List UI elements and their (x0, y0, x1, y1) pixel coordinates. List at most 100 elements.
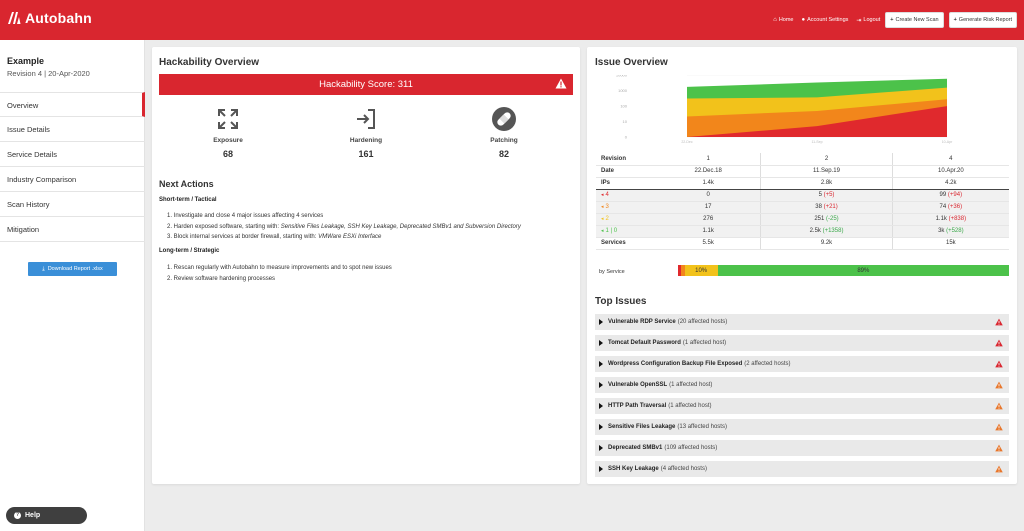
caret-right-icon (599, 466, 603, 472)
row-revision: Revision 1 2 4 (596, 153, 1009, 166)
hardening-label: Hardening (349, 137, 383, 144)
help-label: Help (25, 512, 41, 519)
long-term-item-1: 1. Rescan regularly with Autobahn to mea… (167, 265, 392, 271)
top-issue-item[interactable]: Wordpress Configuration Backup File Expo… (595, 356, 1009, 372)
warning-icon (995, 465, 1003, 473)
exposure-label: Exposure (213, 137, 243, 144)
project-title: Example (7, 56, 45, 66)
sidebar-item-industry-comparison[interactable]: Industry Comparison (0, 167, 145, 192)
short-term-item-1: 1. Investigate and close 4 major issues … (167, 213, 324, 219)
download-report-button[interactable]: ⤓ Download Report .xlsx (28, 262, 117, 276)
y-tick-label: 100 (620, 104, 627, 109)
top-issues-list: Vulnerable RDP Service (20 affected hosts… (595, 314, 1009, 482)
warning-icon (995, 402, 1003, 410)
top-bar: Autobahn ⌂ Home ● Account Settings ⇥ Log… (0, 0, 1024, 40)
row-date: Date 22.Dec.18 11.Sep.19 10.Apr.20 (596, 165, 1009, 178)
short-term-item-3: 3. Block internal services at border fir… (167, 234, 382, 240)
metric-hardening: Hardening 161 (296, 105, 436, 159)
warning-icon (995, 423, 1003, 431)
plus-icon: + (953, 17, 957, 23)
row-ips: IPs 1.4k 2.8k 4.2k (596, 177, 1009, 190)
warning-icon (995, 318, 1003, 326)
issue-name: Tomcat Default Password (608, 340, 681, 346)
y-tick-label: 10000 (616, 75, 628, 78)
by-service-bar: 10% 89% (678, 265, 1009, 276)
help-icon: ? (14, 512, 21, 519)
issue-affected: (1 affected host) (669, 382, 713, 388)
sidebar-item-service-details[interactable]: Service Details (0, 142, 145, 167)
generate-risk-report-button[interactable]: + Generate Risk Report (948, 12, 1017, 28)
y-tick-label: 1000 (618, 88, 628, 93)
issue-affected: (2 affected hosts) (744, 361, 791, 367)
severity-arrow-icon: ◂ (601, 204, 604, 210)
row-services: Services 5.5k 9.2k 15k (596, 237, 1009, 250)
issue-name: HTTP Path Traversal (608, 403, 667, 409)
autobahn-logo-icon (8, 12, 21, 24)
long-term-item-2: 2. Review software hardening processes (167, 275, 276, 282)
create-new-scan-button[interactable]: + Create New Scan (885, 12, 944, 28)
sidebar-item-mitigation[interactable]: Mitigation (0, 217, 145, 242)
nav-home-link[interactable]: ⌂ Home (773, 17, 793, 23)
x-tick-label: 22-Dec (681, 140, 693, 144)
short-term-item-2: 2. Harden exposed software, starting wit… (167, 223, 521, 230)
warning-icon (995, 444, 1003, 452)
hackability-panel: Hackability Overview Hackability Score: … (152, 47, 580, 484)
top-issue-item[interactable]: HTTP Path Traversal (1 affected host) (595, 398, 1009, 414)
caret-right-icon (599, 319, 603, 325)
caret-right-icon (599, 424, 603, 430)
nav-account-settings-link[interactable]: ● Account Settings (801, 17, 848, 23)
patching-value: 82 (498, 149, 509, 159)
top-issue-item[interactable]: Tomcat Default Password (1 affected host) (595, 335, 1009, 351)
top-issue-item[interactable]: Vulnerable OpenSSL (1 affected host) (595, 377, 1009, 393)
severity-arrow-icon: ◂ (601, 216, 604, 222)
metric-patching: Patching 82 (434, 105, 574, 159)
warning-icon (995, 381, 1003, 389)
nav-logout-label: Logout (863, 17, 881, 23)
download-label: Download Report .xlsx (47, 266, 103, 272)
patching-label: Patching (490, 137, 518, 144)
issue-affected: (13 affected hosts) (677, 424, 727, 430)
warning-icon (995, 360, 1003, 368)
top-issue-item[interactable]: Sensitive Files Leakage (13 affected host… (595, 419, 1009, 435)
service-segment: 10% (684, 265, 718, 276)
issue-overview-table: Revision 1 2 4 Date 22.Dec.18 11.Sep.19 … (596, 153, 1009, 250)
logout-icon: ⇥ (856, 17, 862, 24)
help-button[interactable]: ? Help (6, 507, 87, 524)
warning-icon (995, 339, 1003, 347)
issue-name: Sensitive Files Leakage (608, 424, 676, 430)
row-severity: ◂ 4 0 5 (+5) 99 (+94) (596, 189, 1009, 202)
by-service-label: by Service (599, 269, 625, 275)
top-issue-item[interactable]: Deprecated SMBv1 (109 affected hosts) (595, 440, 1009, 456)
brand[interactable]: Autobahn (7, 10, 92, 26)
download-icon: ⤓ (42, 265, 45, 272)
sidebar-item-issue-details[interactable]: Issue Details (0, 117, 145, 142)
issue-affected: (1 affected host) (668, 403, 712, 409)
issue-name: Deprecated SMBv1 (608, 445, 663, 451)
sidebar-item-scan-history[interactable]: Scan History (0, 192, 145, 217)
warning-icon (555, 78, 567, 89)
issue-affected: (1 affected host) (682, 340, 727, 346)
severity-arrow-icon: ◂ (601, 228, 604, 234)
caret-right-icon (599, 340, 603, 346)
top-issue-item[interactable]: SSH Key Leakage (4 affected hosts) (595, 461, 1009, 477)
long-term-heading: Long-term / Strategic (159, 248, 220, 254)
x-tick-label: 10-Apr (942, 140, 953, 144)
issue-affected: (109 affected hosts) (664, 445, 718, 451)
row-severity: ◂ 2 276 251 (-25) 1.1k (+838) (596, 213, 1009, 226)
nav-logout-link[interactable]: ⇥ Logout (856, 17, 880, 24)
bandage-icon (492, 107, 516, 131)
user-icon: ● (801, 17, 806, 23)
sidebar-item-overview[interactable]: Overview (0, 92, 145, 117)
hackability-title: Hackability Overview (159, 57, 260, 68)
long-term-list: 1. Rescan regularly with Autobahn to mea… (167, 263, 392, 284)
caret-right-icon (599, 403, 603, 409)
top-issue-item[interactable]: Vulnerable RDP Service (20 affected hosts… (595, 314, 1009, 330)
issue-trend-chart: 10000100010010022-Dec 11-Sep 10-Apr (616, 75, 953, 144)
y-tick-label: 10 (623, 119, 628, 124)
issue-overview-title: Issue Overview (595, 57, 668, 68)
severity-arrow-icon: ◂ (601, 192, 604, 198)
sign-in-icon (357, 109, 375, 129)
issue-name: Vulnerable OpenSSL (608, 382, 668, 388)
issue-overview-panel: Issue Overview 10000 1000 100 10 0 22-Dec 11-S… (587, 47, 1017, 484)
brand-name: Autobahn (25, 10, 92, 26)
